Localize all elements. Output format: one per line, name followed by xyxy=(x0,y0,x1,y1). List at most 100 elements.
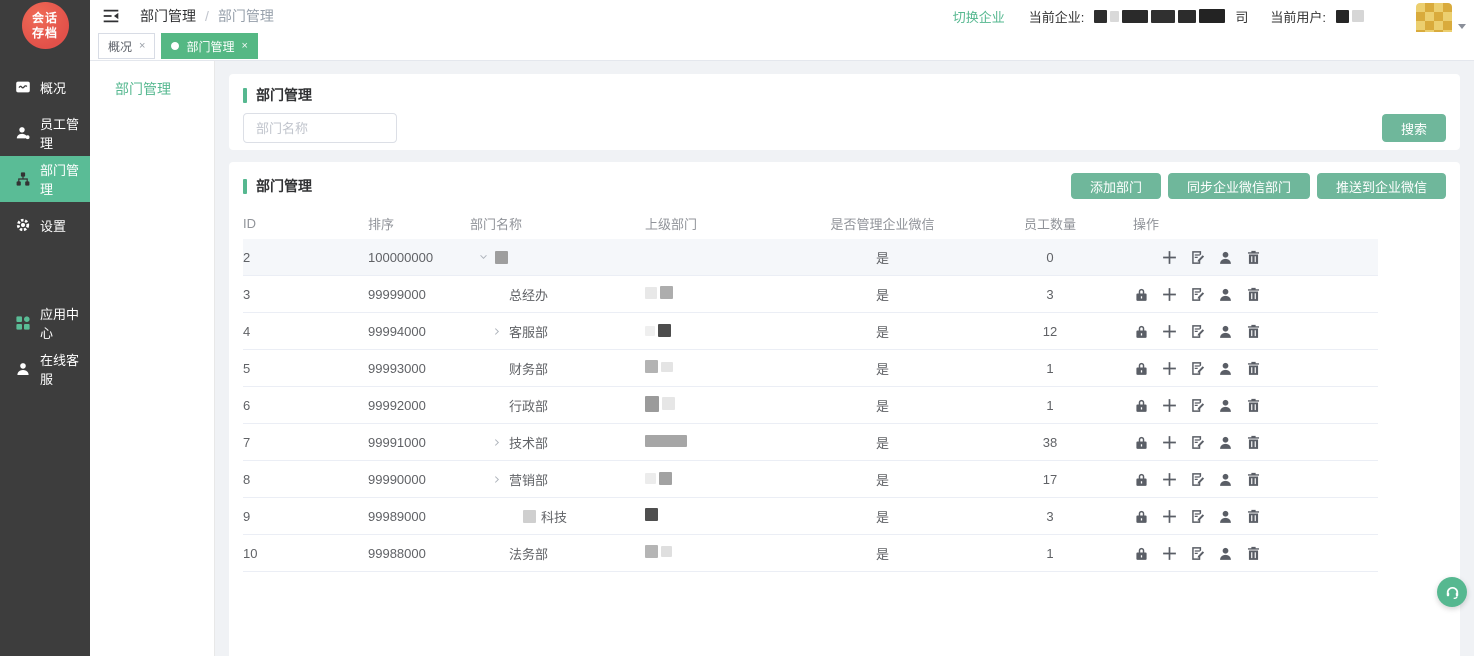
headset-icon xyxy=(1444,584,1461,601)
switch-company-link[interactable]: 切换企业 xyxy=(953,7,1005,26)
add-child-dept-icon[interactable] xyxy=(1161,360,1178,377)
dept-members-icon[interactable] xyxy=(1217,471,1234,488)
edit-dept-icon[interactable] xyxy=(1189,249,1206,266)
dept-members-icon[interactable] xyxy=(1217,508,1234,525)
collapse-sidebar-icon[interactable] xyxy=(102,7,120,25)
tab-overview[interactable]: 概况 × xyxy=(98,33,155,59)
add-child-dept-icon[interactable] xyxy=(1161,471,1178,488)
expand-caret-icon[interactable] xyxy=(490,324,504,338)
edit-dept-icon[interactable] xyxy=(1189,434,1206,451)
active-tab-dot xyxy=(171,42,179,50)
lock-icon[interactable] xyxy=(1133,508,1150,525)
cell-dept-name: 客服部 xyxy=(470,322,645,341)
dept-members-icon[interactable] xyxy=(1217,434,1234,451)
department-name-input[interactable] xyxy=(243,113,397,143)
add-child-dept-icon[interactable] xyxy=(1161,397,1178,414)
user-menu-caret-icon[interactable] xyxy=(1458,24,1466,29)
sidebar-item-overview[interactable]: 概况 xyxy=(0,64,90,110)
lock-icon[interactable] xyxy=(1133,545,1150,562)
cell-operations xyxy=(1125,471,1378,488)
cell-operations xyxy=(1125,286,1378,303)
dept-members-icon[interactable] xyxy=(1217,397,1234,414)
delete-dept-icon[interactable] xyxy=(1245,434,1262,451)
cell-sort: 99994000 xyxy=(368,324,470,339)
search-card: 部门管理 搜索 xyxy=(229,74,1460,150)
add-child-dept-icon[interactable] xyxy=(1161,434,1178,451)
expand-caret-icon[interactable] xyxy=(490,435,504,449)
breadcrumb-parent[interactable]: 部门管理 xyxy=(140,6,196,26)
add-child-dept-icon[interactable] xyxy=(1161,508,1178,525)
support-icon xyxy=(15,361,31,377)
lock-icon[interactable] xyxy=(1133,434,1150,451)
close-tab-icon[interactable]: × xyxy=(241,40,247,52)
sidebar-item-settings[interactable]: 设置 xyxy=(0,202,90,248)
search-button[interactable]: 搜索 xyxy=(1382,114,1446,142)
sidebar-item-app-center[interactable]: 应用中心 xyxy=(0,300,90,346)
sidebar-item-employees[interactable]: 员工管理 xyxy=(0,110,90,156)
open-tabs-bar: 概况 × 部门管理 × xyxy=(90,32,1474,61)
tab-label: 部门管理 xyxy=(186,38,234,55)
redacted-parent-blocks xyxy=(645,472,672,485)
redacted-block xyxy=(645,287,657,299)
add-child-dept-icon[interactable] xyxy=(1161,323,1178,340)
table-header-row: ID 排序 部门名称 上级部门 是否管理企业微信 员工数量 操作 xyxy=(243,207,1378,239)
dept-name-text: 科技 xyxy=(541,507,567,526)
tab-departments[interactable]: 部门管理 × xyxy=(161,33,257,59)
sidebar-item-label: 设置 xyxy=(40,216,66,235)
delete-dept-icon[interactable] xyxy=(1245,360,1262,377)
expand-caret-icon[interactable] xyxy=(476,250,490,264)
edit-dept-icon[interactable] xyxy=(1189,323,1206,340)
submenu-item-departments[interactable]: 部门管理 xyxy=(90,61,214,99)
delete-dept-icon[interactable] xyxy=(1245,286,1262,303)
delete-dept-icon[interactable] xyxy=(1245,249,1262,266)
gear-icon xyxy=(15,217,31,233)
push-to-wecom-button[interactable]: 推送到企业微信 xyxy=(1317,173,1446,199)
cell-operations xyxy=(1125,508,1378,525)
sidebar-item-label: 应用中心 xyxy=(40,304,90,342)
edit-dept-icon[interactable] xyxy=(1189,360,1206,377)
redacted-parent-blocks xyxy=(645,324,671,337)
delete-dept-icon[interactable] xyxy=(1245,508,1262,525)
lock-icon[interactable] xyxy=(1133,323,1150,340)
delete-dept-icon[interactable] xyxy=(1245,545,1262,562)
dept-members-icon[interactable] xyxy=(1217,323,1234,340)
dept-members-icon[interactable] xyxy=(1217,360,1234,377)
sidebar-item-online-support[interactable]: 在线客服 xyxy=(0,346,90,392)
close-tab-icon[interactable]: × xyxy=(139,40,145,52)
sync-wecom-departments-button[interactable]: 同步企业微信部门 xyxy=(1168,173,1310,199)
delete-dept-icon[interactable] xyxy=(1245,471,1262,488)
customer-service-fab[interactable] xyxy=(1437,577,1467,607)
add-child-dept-icon[interactable] xyxy=(1161,545,1178,562)
edit-dept-icon[interactable] xyxy=(1189,508,1206,525)
delete-dept-icon[interactable] xyxy=(1245,323,1262,340)
edit-dept-icon[interactable] xyxy=(1189,286,1206,303)
delete-dept-icon[interactable] xyxy=(1245,397,1262,414)
add-child-dept-icon[interactable] xyxy=(1161,286,1178,303)
lock-icon[interactable] xyxy=(1133,471,1150,488)
cell-dept-name: 行政部 xyxy=(470,396,645,415)
dept-members-icon[interactable] xyxy=(1217,286,1234,303)
dept-name-text: 财务部 xyxy=(509,359,548,378)
lock-icon[interactable] xyxy=(1133,286,1150,303)
dept-members-icon[interactable] xyxy=(1217,545,1234,562)
dept-members-icon[interactable] xyxy=(1217,249,1234,266)
lock-icon[interactable] xyxy=(1133,360,1150,377)
cell-dept-name: 法务部 xyxy=(470,544,645,563)
cell-operations xyxy=(1125,434,1378,451)
edit-dept-icon[interactable] xyxy=(1189,397,1206,414)
edit-dept-icon[interactable] xyxy=(1189,471,1206,488)
add-child-dept-icon[interactable] xyxy=(1161,249,1178,266)
add-department-button[interactable]: 添加部门 xyxy=(1071,173,1161,199)
employees-icon xyxy=(15,125,31,141)
redacted-block xyxy=(662,397,675,410)
cell-sort: 99993000 xyxy=(368,361,470,376)
expand-caret-icon[interactable] xyxy=(490,472,504,486)
cell-sort: 99990000 xyxy=(368,472,470,487)
redacted-block xyxy=(645,360,658,373)
search-card-title: 部门管理 xyxy=(256,85,312,105)
cell-operations xyxy=(1125,545,1378,562)
lock-icon[interactable] xyxy=(1133,397,1150,414)
sidebar-item-departments[interactable]: 部门管理 xyxy=(0,156,90,202)
edit-dept-icon[interactable] xyxy=(1189,545,1206,562)
redacted-block xyxy=(1151,10,1175,23)
